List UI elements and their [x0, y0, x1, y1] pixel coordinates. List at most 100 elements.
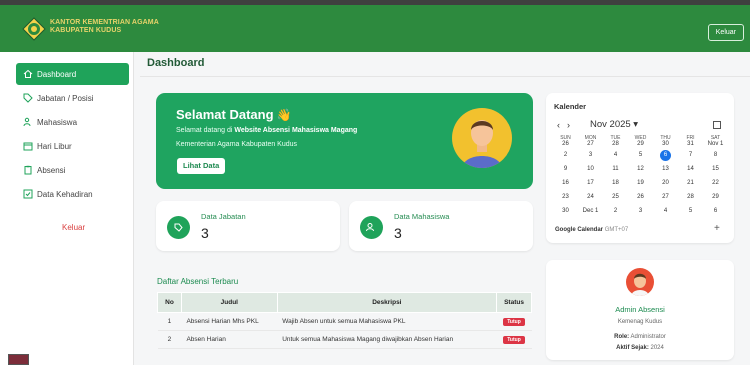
sidebar-item-label: Mahasiswa: [37, 117, 78, 127]
row-no: 2: [157, 330, 182, 349]
calendar-day[interactable]: 23: [553, 190, 578, 204]
calendar-day[interactable]: 30: [553, 204, 578, 218]
calendar-day[interactable]: 22: [703, 176, 728, 190]
sidebar-item-label: Dashboard: [37, 69, 77, 79]
role-label: Role:: [614, 334, 630, 340]
timezone-label: GMT+07: [604, 227, 629, 233]
table-row[interactable]: 1 Absensi Harian Mhs PKL Wajib Absen unt…: [157, 312, 532, 331]
calendar-day[interactable]: 20: [653, 176, 678, 190]
calendar-day[interactable]: 3: [578, 148, 603, 162]
sidebar-item-hari-libur[interactable]: Hari Libur: [16, 135, 129, 157]
attendance-section-title: Daftar Absensi Terbaru: [157, 277, 239, 286]
table-row[interactable]: 2 Absen Harian Untuk semua Mahasiswa Mag…: [157, 330, 532, 349]
profile-org: Kemenag Kudus: [617, 319, 663, 325]
sidebar-item-jabatan[interactable]: Jabatan / Posisi: [16, 87, 129, 109]
grid-view-icon[interactable]: [713, 121, 721, 129]
status-cell: Tutup: [496, 330, 532, 349]
calendar-day[interactable]: 5: [628, 148, 653, 162]
status-badge: Tutup: [503, 335, 525, 344]
tag-icon: [167, 216, 190, 239]
logout-button[interactable]: Keluar: [707, 24, 744, 41]
stat-card-jabatan[interactable]: Data Jabatan 3: [156, 201, 340, 251]
calendar-footer: Google Calendar GMT+07: [555, 227, 628, 233]
profile-name: Admin Absensi: [615, 305, 665, 314]
users-icon: [360, 216, 383, 239]
calendar-day[interactable]: 4: [653, 204, 678, 218]
today-marker: 6: [660, 149, 671, 161]
avatar: [626, 268, 654, 296]
since-label: Aktif Sejak:: [616, 345, 649, 351]
row-no: 1: [157, 312, 182, 331]
row-title: Absensi Harian Mhs PKL: [181, 312, 278, 331]
calendar-day[interactable]: 15: [703, 162, 728, 176]
calendar-day[interactable]: 29: [703, 190, 728, 204]
brand-line-2: KABUPATEN KUDUS: [50, 27, 122, 34]
profile-role: Role: Administrator: [546, 334, 734, 340]
next-month-icon[interactable]: ›: [567, 120, 570, 130]
calendar-day[interactable]: 18: [603, 176, 628, 190]
since-value: 2024: [650, 345, 664, 351]
calendar-day[interactable]: 2: [603, 204, 628, 218]
calendar-week: 23 24 25 26 27 28 29: [553, 190, 728, 204]
table-header-row: No Judul Deskripsi Status: [157, 292, 532, 313]
calendar-month-selector[interactable]: Nov 2025 ▾: [590, 119, 638, 130]
calendar-day[interactable]: 19: [628, 176, 653, 190]
calendar-day[interactable]: 4: [603, 148, 628, 162]
calendar-day[interactable]: 7: [678, 148, 703, 162]
calendar-day[interactable]: 27: [653, 190, 678, 204]
view-data-button[interactable]: Lihat Data: [177, 158, 226, 174]
calendar-week: 2 3 4 5 6 7 8: [553, 148, 728, 162]
sidebar-item-label: Absensi: [37, 165, 66, 175]
calendar-day[interactable]: 5: [678, 204, 703, 218]
sidebar-item-data-kehadiran[interactable]: Data Kehadiran: [16, 183, 129, 205]
day-header: WED 29: [634, 135, 647, 147]
calendar-icon: [23, 142, 33, 151]
calendar-day-today[interactable]: 6: [653, 148, 678, 162]
calendar-day[interactable]: 3: [628, 204, 653, 218]
day-header: FRI 31: [686, 135, 695, 147]
calendar-day[interactable]: 8: [703, 148, 728, 162]
sidebar-item-dashboard[interactable]: Dashboard: [16, 63, 129, 85]
prev-month-icon[interactable]: ‹: [557, 120, 560, 130]
day-header: TUE 28: [610, 135, 621, 147]
calendar-day[interactable]: 9: [553, 162, 578, 176]
calendar-nav: ‹ ›: [557, 120, 570, 130]
stat-card-mahasiswa[interactable]: Data Mahasiswa 3: [349, 201, 533, 251]
calendar-day[interactable]: 12: [628, 162, 653, 176]
calendar-day[interactable]: 24: [578, 190, 603, 204]
calendar-day[interactable]: 28: [678, 190, 703, 204]
sidebar-item-absensi[interactable]: Absensi: [16, 159, 129, 181]
calendar-month: Nov 2025: [590, 119, 631, 130]
column-header: No: [157, 292, 182, 313]
welcome-text: Selamat datang di Website Absensi Mahasi…: [176, 127, 357, 134]
row-description: Untuk semua Mahasiswa Magang diwajibkan …: [277, 330, 497, 349]
calendar-day[interactable]: 21: [678, 176, 703, 190]
home-icon: [23, 69, 33, 78]
calendar-day[interactable]: 14: [678, 162, 703, 176]
calendar-day[interactable]: 10: [578, 162, 603, 176]
calendar-day[interactable]: 6: [703, 204, 728, 218]
calendar-day[interactable]: 2: [553, 148, 578, 162]
calendar-day[interactable]: Dec 1: [578, 204, 603, 218]
day-header: SAT Nov 1: [707, 135, 724, 147]
profile-since: Aktif Sejak: 2024: [546, 345, 734, 351]
calendar-title: Kalender: [554, 102, 587, 111]
calendar-day[interactable]: 26: [628, 190, 653, 204]
calendar-week: 16 17 18 19 20 21 22: [553, 176, 728, 190]
status-badge: Tutup: [503, 317, 525, 326]
checkbox-icon: [23, 189, 33, 199]
calendar-day-headers: SUN 26 MON 27 TUE 28 WED 29 THU 30 FRI 31 SAT N…: [553, 134, 728, 148]
sidebar-logout-link[interactable]: Keluar: [62, 223, 85, 232]
calendar-day[interactable]: 17: [578, 176, 603, 190]
calendar-day[interactable]: 11: [603, 162, 628, 176]
calendar-day[interactable]: 25: [603, 190, 628, 204]
sidebar-item-mahasiswa[interactable]: Mahasiswa: [16, 111, 129, 133]
add-event-icon[interactable]: +: [714, 223, 720, 234]
stat-value: 3: [394, 225, 402, 241]
calendar-day[interactable]: 16: [553, 176, 578, 190]
profile-card: Admin Absensi Kemenag Kudus Role: Admini…: [546, 260, 734, 360]
welcome-text-prefix: Selamat datang di: [176, 127, 235, 134]
sidebar: Dashboard Jabatan / Posisi Mahasiswa Har…: [0, 52, 134, 365]
calendar-day[interactable]: 13: [653, 162, 678, 176]
row-description: Wajib Absen untuk semua Mahasiswa PKL: [277, 312, 497, 331]
